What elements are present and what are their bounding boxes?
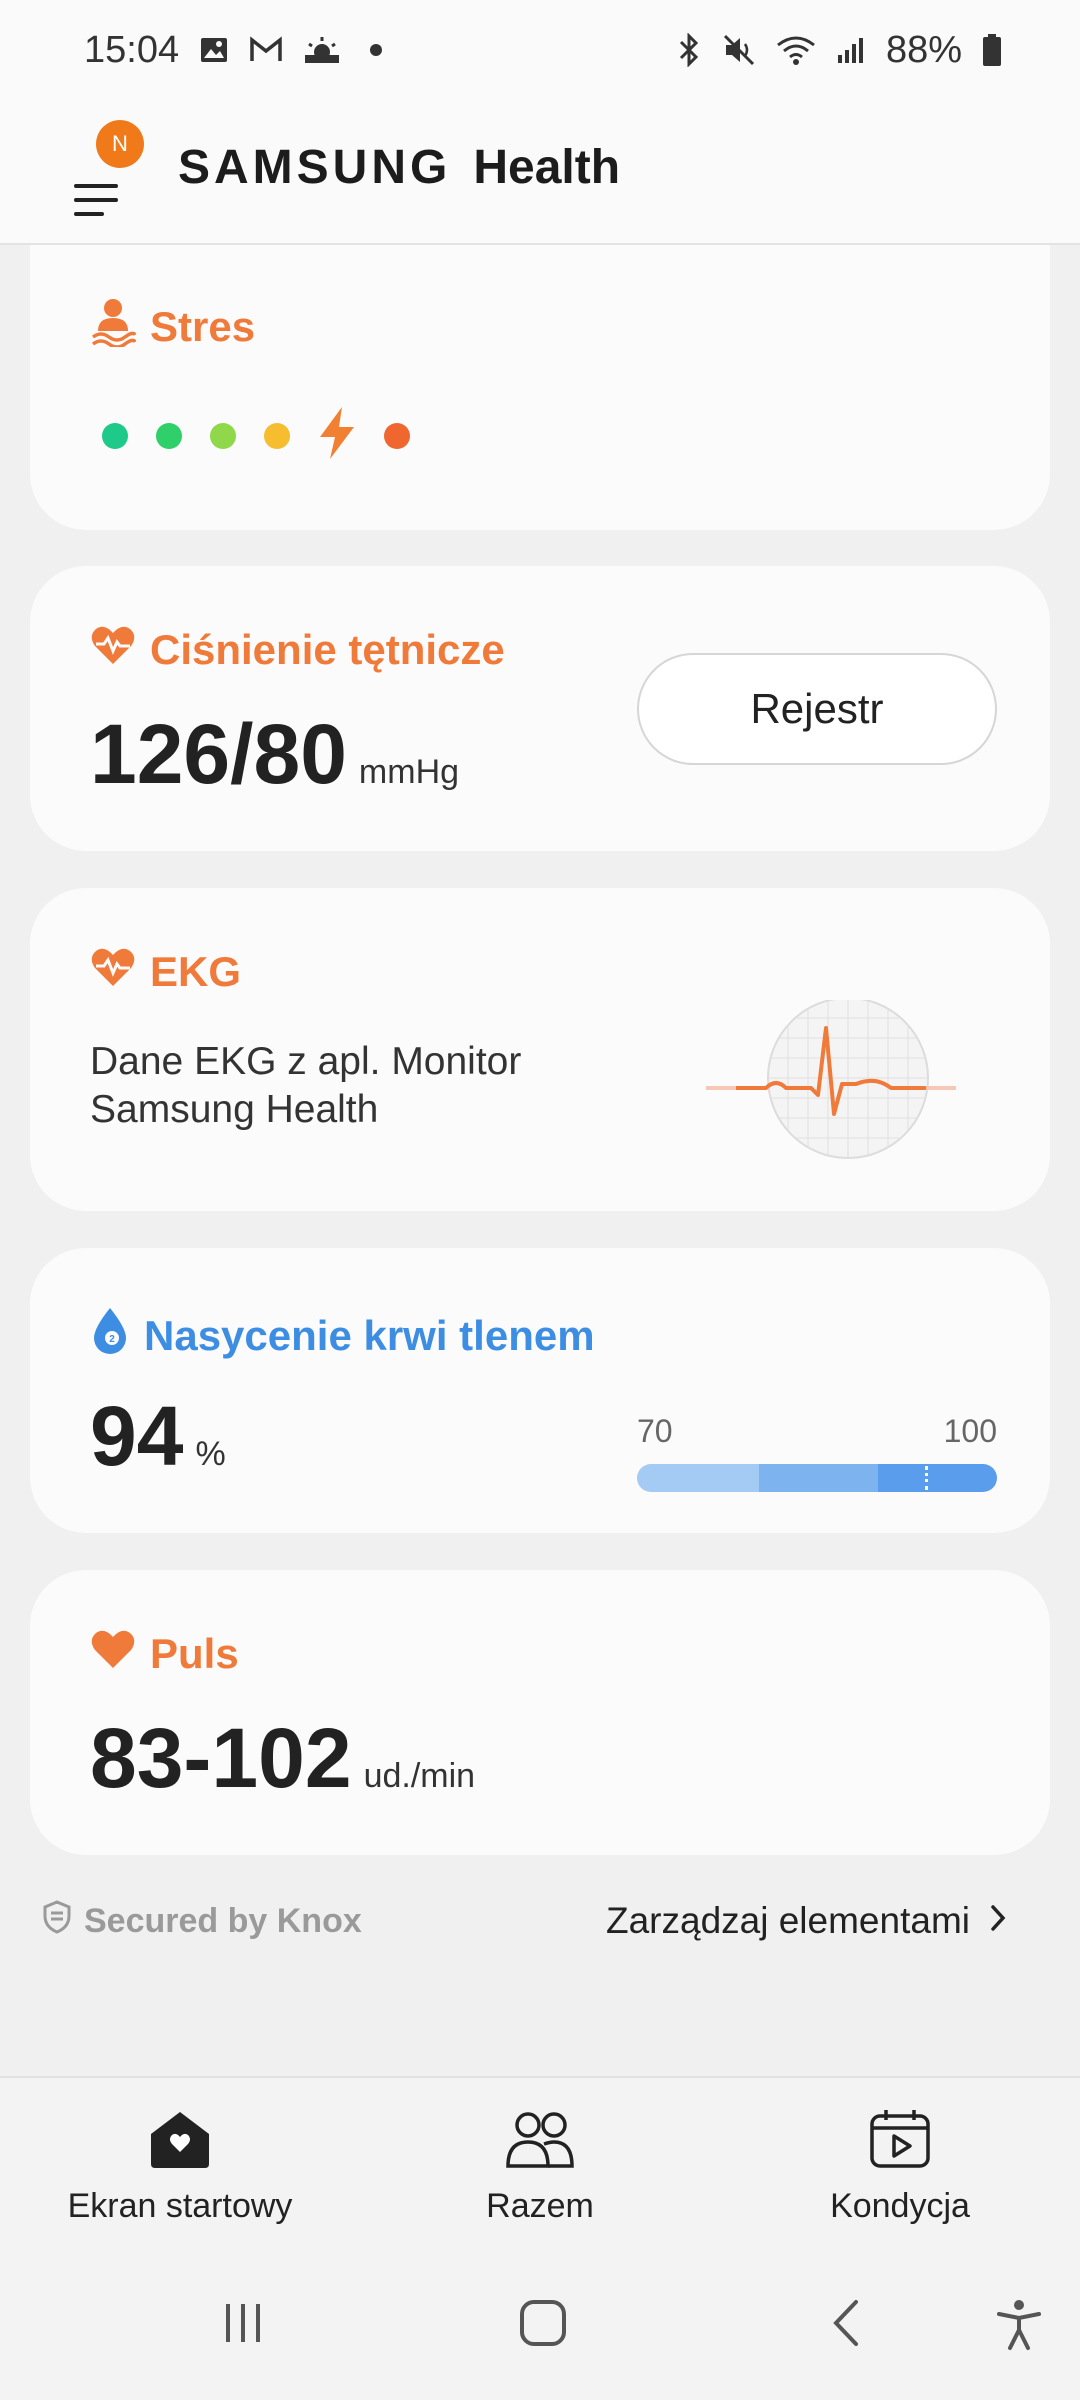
blood-pressure-value: 126/80 bbox=[90, 707, 347, 801]
spo2-scale-segment bbox=[637, 1464, 760, 1492]
signal-icon bbox=[836, 35, 866, 65]
dot-icon bbox=[361, 35, 391, 65]
stress-current-bolt-icon bbox=[312, 405, 362, 466]
heart-pulse-icon bbox=[90, 624, 136, 676]
mute-icon bbox=[722, 33, 756, 67]
stress-icon bbox=[90, 297, 137, 357]
weather-icon bbox=[303, 35, 341, 65]
manage-items-label: Zarządzaj elementami bbox=[606, 1900, 970, 1941]
fitness-icon bbox=[868, 2108, 932, 2175]
spo2-scale-segment bbox=[759, 1464, 879, 1492]
manage-items-link[interactable]: Zarządzaj elementami bbox=[606, 1900, 1008, 1942]
spo2-scale-labels: 70 100 bbox=[637, 1413, 997, 1450]
gmail-icon bbox=[249, 36, 283, 64]
ekg-heart-icon bbox=[90, 946, 136, 998]
bottom-navigation: Ekran startowy Razem Kondycja bbox=[0, 2076, 1080, 2256]
status-left: 15:04 bbox=[84, 29, 391, 72]
stress-dot bbox=[210, 422, 236, 449]
spo2-range-scale: 70 100 bbox=[637, 1413, 997, 1492]
stress-title: Stres bbox=[90, 297, 255, 357]
knox-label: Secured by Knox bbox=[84, 1902, 362, 1940]
menu-icon-bar bbox=[74, 198, 118, 202]
stress-title-label: Stres bbox=[150, 303, 256, 350]
accessibility-button[interactable] bbox=[994, 2298, 1044, 2357]
wifi-icon bbox=[776, 33, 816, 67]
notification-badge: N bbox=[96, 120, 144, 168]
ekg-title: EKG bbox=[90, 946, 241, 998]
nav-item-home[interactable]: Ekran startowy bbox=[0, 2078, 360, 2256]
stress-dot bbox=[384, 422, 410, 449]
spo2-scale-segment bbox=[878, 1464, 997, 1492]
battery-icon bbox=[982, 33, 1002, 67]
together-icon bbox=[504, 2108, 576, 2175]
bluetooth-icon bbox=[676, 33, 702, 67]
brand-health: Health bbox=[473, 141, 621, 194]
ekg-title-label: EKG bbox=[150, 948, 242, 995]
status-bar: 15:04 88% bbox=[0, 0, 1080, 100]
stress-level-scale bbox=[102, 405, 410, 466]
spo2-card[interactable]: 2 Nasycenie krwi tlenem 94 % 70 100 bbox=[30, 1248, 1050, 1533]
chevron-right-icon bbox=[988, 1900, 1008, 1942]
knox-badge: Secured by Knox bbox=[42, 1900, 362, 1943]
spo2-value-row: 94 % bbox=[90, 1388, 226, 1485]
stress-card[interactable]: Stres bbox=[30, 245, 1050, 530]
nav-item-fitness[interactable]: Kondycja bbox=[720, 2078, 1080, 2256]
shield-icon bbox=[42, 1900, 72, 1943]
spo2-scale-bar bbox=[637, 1464, 997, 1492]
back-button[interactable] bbox=[822, 2298, 872, 2353]
blood-pressure-title: Ciśnienie tętnicze bbox=[90, 624, 505, 676]
stress-dot bbox=[156, 422, 182, 449]
spo2-scale-min: 70 bbox=[637, 1413, 673, 1449]
home-button[interactable] bbox=[518, 2298, 568, 2353]
svg-text:2: 2 bbox=[109, 1334, 115, 1345]
ekg-waveform-illustration bbox=[706, 997, 966, 1175]
spo2-title: 2 Nasycenie krwi tlenem bbox=[90, 1306, 595, 1366]
nav-label-home: Ekran startowy bbox=[67, 2187, 293, 2225]
menu-icon-bar bbox=[74, 212, 104, 216]
system-navigation-bar bbox=[0, 2256, 1080, 2400]
spo2-value: 94 bbox=[90, 1389, 184, 1483]
heart-icon bbox=[90, 1628, 136, 1680]
blood-pressure-title-label: Ciśnienie tętnicze bbox=[150, 626, 505, 673]
pulse-title-label: Puls bbox=[150, 1630, 239, 1677]
app-header: N SAMSUNG Health bbox=[0, 100, 1080, 245]
battery-percent: 88% bbox=[885, 28, 962, 71]
recent-apps-button[interactable] bbox=[218, 2298, 268, 2353]
nav-item-together[interactable]: Razem bbox=[360, 2078, 720, 2256]
pulse-card[interactable]: Puls 83-102 ud./min bbox=[30, 1570, 1050, 1855]
status-right: 88% bbox=[676, 29, 1002, 72]
menu-icon-bar bbox=[74, 184, 118, 188]
spo2-scale-max: 100 bbox=[943, 1413, 997, 1449]
pulse-unit: ud./min bbox=[363, 1757, 476, 1795]
pulse-value-row: 83-102 ud./min bbox=[90, 1710, 475, 1807]
oxygen-drop-icon: 2 bbox=[90, 1306, 130, 1366]
nav-label-fitness: Kondycja bbox=[830, 2187, 970, 2225]
pulse-value: 83-102 bbox=[90, 1711, 352, 1805]
spo2-title-label: Nasycenie krwi tlenem bbox=[144, 1312, 595, 1359]
home-icon bbox=[147, 2108, 213, 2175]
stress-dot bbox=[102, 422, 128, 449]
pulse-title: Puls bbox=[90, 1628, 239, 1680]
app-logo: SAMSUNG Health bbox=[178, 140, 620, 195]
nav-label-together: Razem bbox=[486, 2187, 594, 2225]
stress-dot bbox=[264, 422, 290, 449]
blood-pressure-unit: mmHg bbox=[358, 753, 460, 791]
blood-pressure-value-row: 126/80 mmHg bbox=[90, 706, 459, 803]
gallery-icon bbox=[199, 35, 229, 65]
blood-pressure-card[interactable]: Ciśnienie tętnicze 126/80 mmHg Rejestr bbox=[30, 566, 1050, 851]
ekg-card[interactable]: EKG Dane EKG z apl. Monitor Samsung Heal… bbox=[30, 888, 1050, 1211]
status-time: 15:04 bbox=[84, 28, 180, 71]
brand-samsung: SAMSUNG bbox=[178, 141, 452, 194]
ekg-description: Dane EKG z apl. Monitor Samsung Health bbox=[90, 1040, 522, 1131]
spo2-unit: % bbox=[195, 1435, 226, 1473]
spo2-current-marker bbox=[925, 1466, 928, 1490]
menu-button[interactable]: N bbox=[70, 120, 144, 216]
record-button[interactable]: Rejestr bbox=[637, 653, 997, 765]
